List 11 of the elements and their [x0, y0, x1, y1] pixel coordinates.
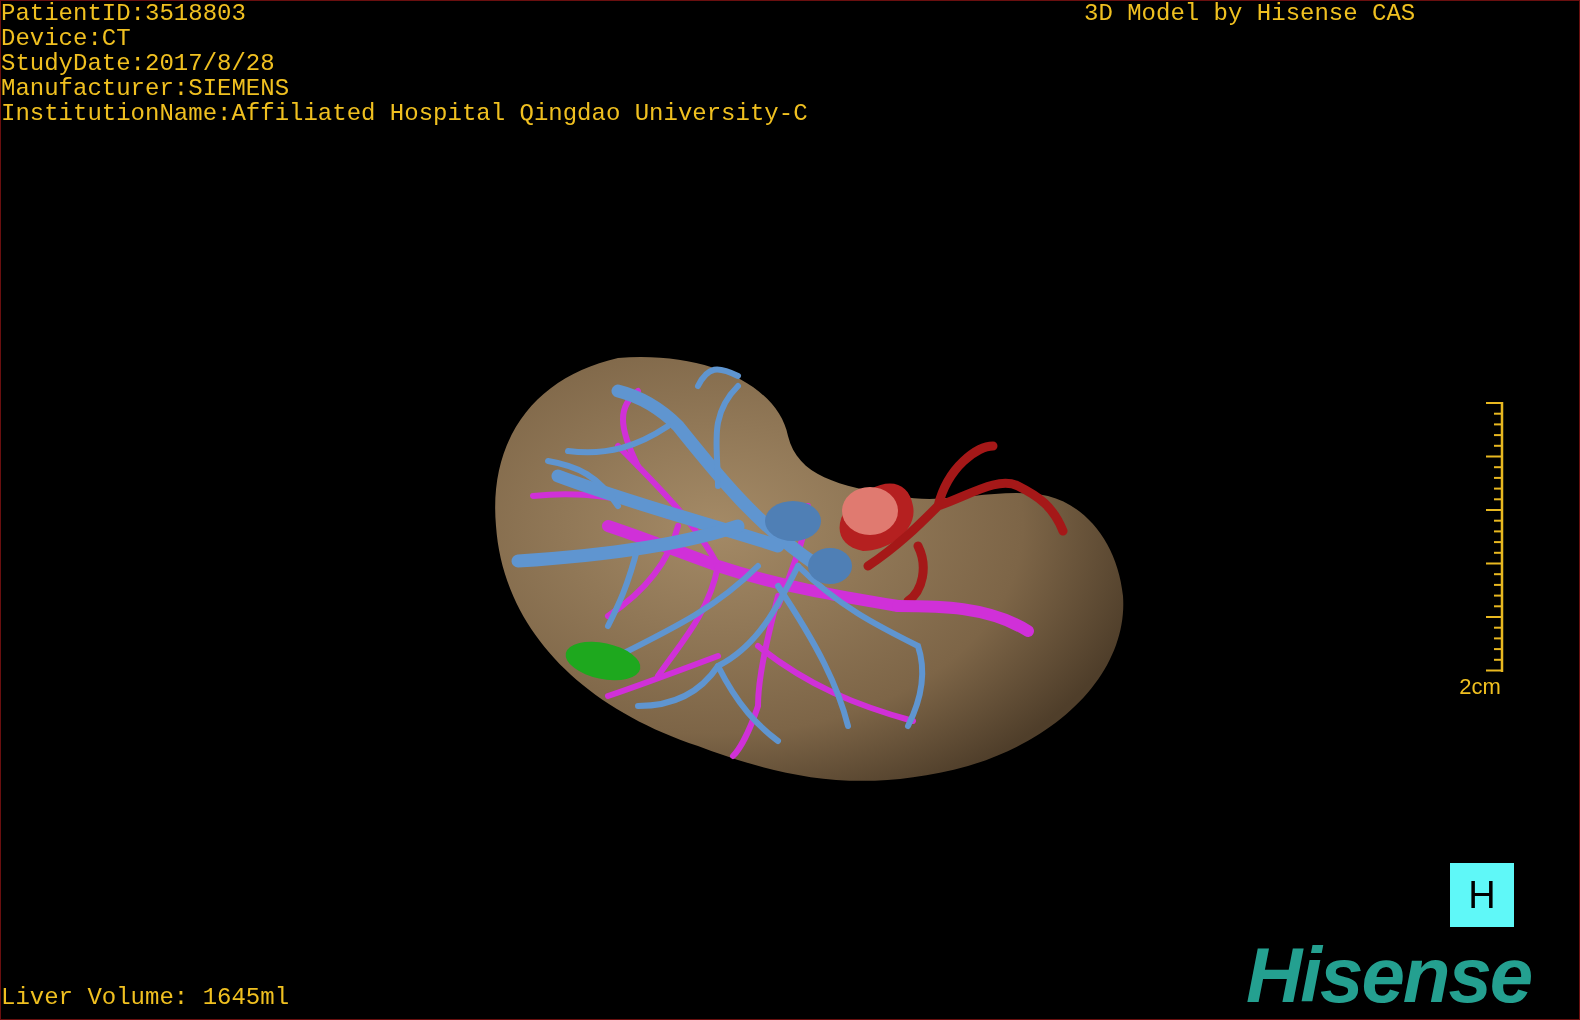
patient-info-text: StudyDate:2017/8/28: [1, 51, 276, 76]
h-view-button[interactable]: H: [1450, 863, 1514, 927]
patient-info-text: InstitutionName:Affiliated Hospital Qingdao University-C: [1, 101, 808, 126]
patient-info-text: PatientID:3518803: [1, 1, 247, 26]
liver-volume-text: Liver Volume: 1645ml: [1, 985, 290, 1010]
patient-info-text: Device:CT: [1, 26, 132, 51]
scale-label: 2cm: [1459, 675, 1501, 699]
viewer-title: 3D Model by Hisense CAS: [1084, 1, 1416, 26]
patient-info-text: Manufacturer:SIEMENS: [1, 76, 291, 101]
scale-bar-icon: [1486, 401, 1504, 673]
brand-logo: Hisense: [1246, 939, 1532, 1011]
